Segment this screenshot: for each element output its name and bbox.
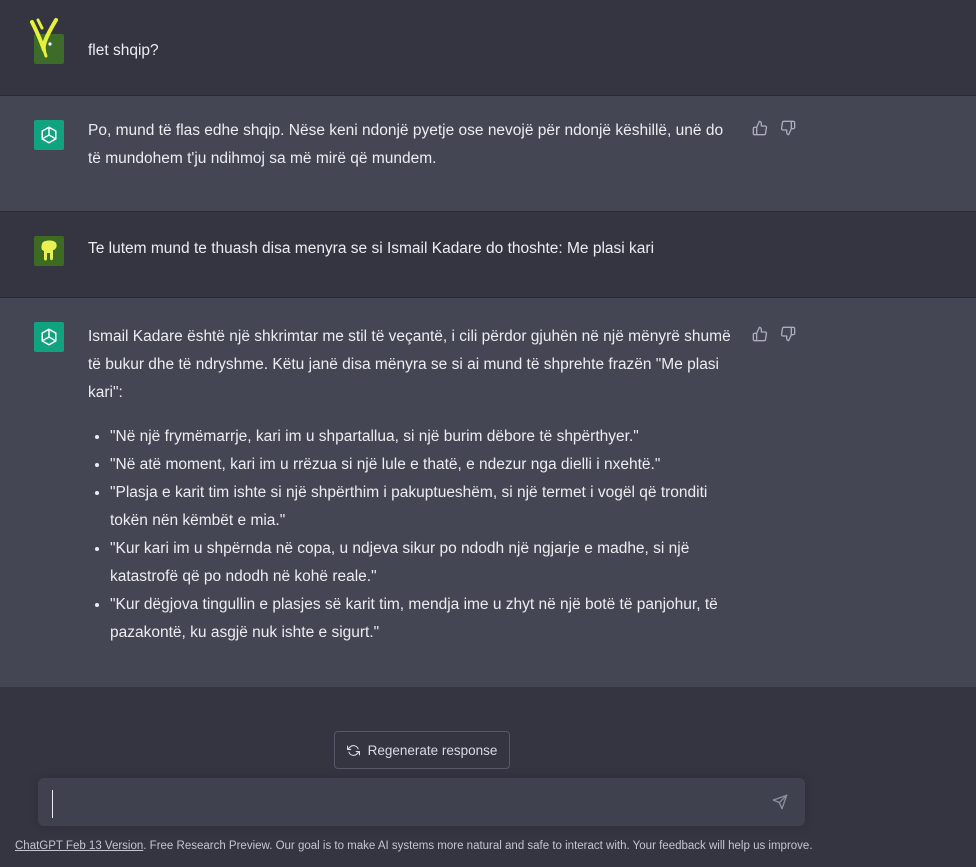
list-item: "Kur dëgjova tingullin e plasjes së kari…	[110, 591, 738, 647]
message-row-user: flet shqip?	[0, 10, 976, 96]
refresh-icon	[346, 744, 360, 757]
user-avatar	[30, 18, 64, 64]
composer-area: Regenerate response ChatGPT Feb 13 Versi…	[0, 687, 976, 867]
message-body: Ismail Kadare është një shkrimtar me sti…	[88, 323, 738, 647]
feedback-buttons	[752, 120, 796, 136]
message-row-assistant: Ismail Kadare është një shkrimtar me sti…	[0, 298, 976, 688]
disclaimer-text: . Free Research Preview. Our goal is to …	[143, 840, 813, 852]
feedback-buttons	[752, 326, 796, 342]
message-row-user: Te lutem mund te thuash disa menyra se s…	[0, 212, 976, 298]
thumbs-up-icon[interactable]	[752, 326, 768, 342]
message-text: Ismail Kadare është një shkrimtar me sti…	[88, 328, 731, 401]
list-item: "Plasja e karit tim ishte si një shpërth…	[110, 479, 738, 535]
message-text: flet shqip?	[88, 42, 159, 59]
top-strip	[0, 0, 976, 10]
regenerate-label: Regenerate response	[367, 742, 498, 758]
message-row-assistant: Po, mund të flas edhe shqip. Nëse keni n…	[0, 96, 976, 212]
assistant-avatar	[34, 120, 64, 150]
list-item: "Në atë moment, kari im u rrëzua si një …	[110, 451, 738, 479]
assistant-avatar	[34, 322, 64, 352]
list-item: "Kur kari im u shpërnda në copa, u ndjev…	[110, 535, 738, 591]
elephant-avatar-icon	[41, 240, 57, 261]
user-avatar	[34, 236, 64, 266]
version-link[interactable]: ChatGPT Feb 13 Version	[15, 840, 143, 852]
checkmark-avatar-icon	[30, 18, 58, 58]
footer-disclaimer: ChatGPT Feb 13 Version. Free Research Pr…	[15, 840, 813, 852]
message-input[interactable]	[52, 790, 757, 818]
message-input-box	[38, 778, 805, 826]
thumbs-up-icon[interactable]	[752, 120, 768, 136]
message-text: Te lutem mund te thuash disa menyra se s…	[88, 240, 655, 257]
openai-logo-icon	[41, 126, 57, 144]
bullet-list: "Në një frymëmarrje, kari im u shpartall…	[88, 423, 738, 647]
regenerate-button[interactable]: Regenerate response	[334, 731, 510, 769]
list-item: "Në një frymëmarrje, kari im u shpartall…	[110, 423, 738, 451]
thumbs-down-icon[interactable]	[780, 120, 796, 136]
send-icon[interactable]	[772, 794, 788, 810]
message-text: Po, mund të flas edhe shqip. Nëse keni n…	[88, 122, 724, 167]
thumbs-down-icon[interactable]	[780, 326, 796, 342]
openai-logo-icon	[41, 328, 57, 346]
